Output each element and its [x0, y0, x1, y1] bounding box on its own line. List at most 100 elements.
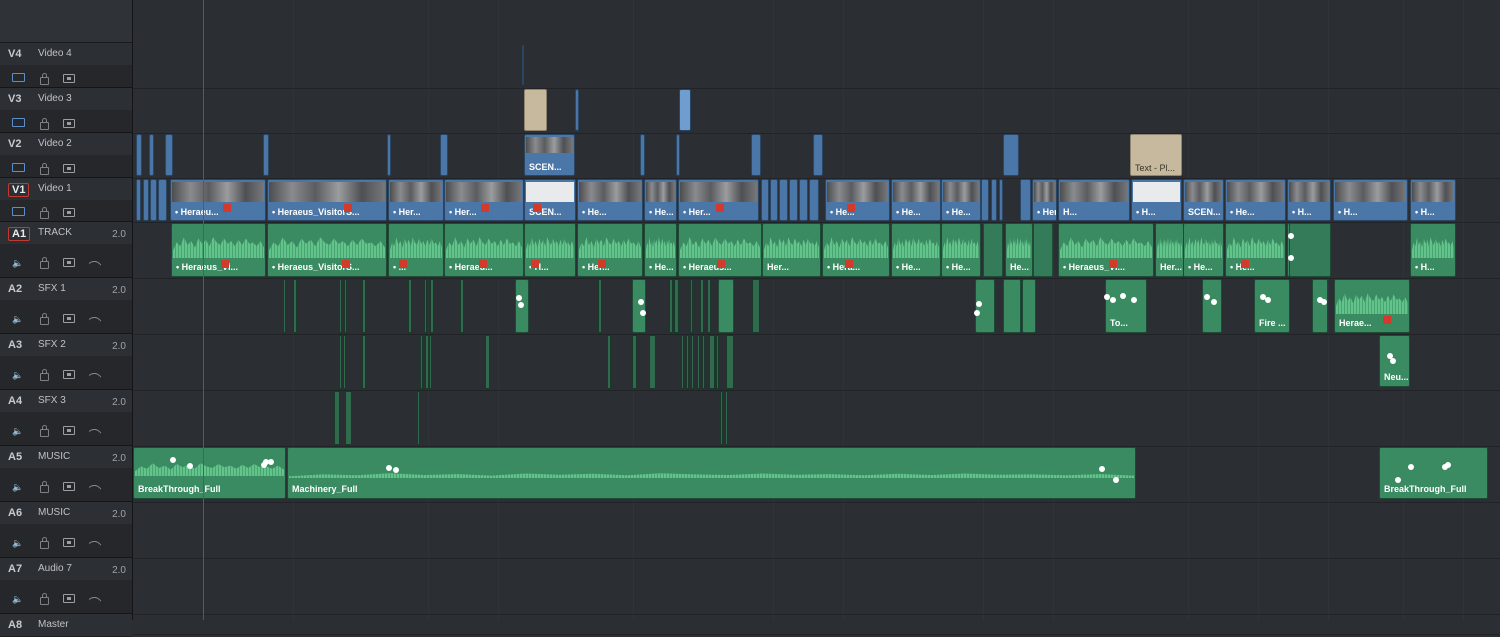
speaker-icon[interactable]: 🔈	[12, 425, 23, 437]
automation-curve-icon[interactable]	[88, 593, 102, 607]
sfx-clip[interactable]	[1003, 279, 1021, 333]
marker-flag-icon[interactable]	[344, 204, 352, 212]
track-id[interactable]: A1	[8, 227, 31, 241]
track-header-a3[interactable]: A3 SFX 2 2.0 🔈	[0, 334, 132, 390]
audio-clip[interactable]: • ...	[388, 223, 444, 277]
sfx-clip-thin[interactable]	[726, 335, 734, 389]
video-clip[interactable]: • Her...	[388, 179, 444, 221]
audio-clip[interactable]: • He...	[891, 223, 941, 277]
speaker-icon[interactable]: 🔈	[12, 593, 23, 605]
sfx-clip-thin[interactable]	[345, 391, 352, 445]
playhead[interactable]	[203, 0, 204, 620]
sfx-clip-thin[interactable]	[725, 391, 728, 445]
sfx-clip-thin[interactable]	[598, 279, 602, 333]
keyframe-point[interactable]	[1099, 466, 1105, 472]
keyframe-point[interactable]	[516, 295, 522, 301]
keyframe-point[interactable]	[1395, 477, 1401, 483]
sfx-clip-thin[interactable]	[752, 279, 760, 333]
video-clip-short[interactable]	[770, 179, 778, 221]
video-clip-v2[interactable]	[440, 134, 448, 176]
track-header-v3[interactable]: V3 Video 3	[0, 88, 132, 133]
video-clip-short[interactable]	[779, 179, 788, 221]
track-header-v1[interactable]: V1 Video 1	[0, 178, 132, 222]
sfx-clip-thin[interactable]	[362, 279, 366, 333]
lane-a6[interactable]	[133, 502, 1500, 559]
keyframe-point[interactable]	[1288, 255, 1294, 261]
marker-flag-icon[interactable]	[1241, 260, 1249, 268]
track-name[interactable]: SFX 1	[38, 283, 66, 294]
video-clip-short[interactable]	[158, 179, 167, 221]
speaker-icon[interactable]: 🔈	[12, 313, 23, 325]
audio-clip[interactable]: Her...	[762, 223, 821, 277]
video-clip-v2[interactable]	[136, 134, 142, 176]
sfx-clip-thin[interactable]	[424, 279, 427, 333]
video-clip-short[interactable]	[789, 179, 798, 221]
audio-clip[interactable]: • He...	[1183, 223, 1224, 277]
auto-select-icon[interactable]	[63, 538, 75, 547]
sfx-clip-thin[interactable]	[485, 335, 490, 389]
sfx-clip-thin[interactable]	[293, 279, 297, 333]
video-clip-short[interactable]	[143, 179, 149, 221]
sfx-clip-thin[interactable]	[334, 391, 340, 445]
marker-flag-icon[interactable]	[533, 204, 541, 212]
marker-flag-icon[interactable]	[221, 260, 229, 268]
scene-clip[interactable]: SCEN...	[524, 134, 575, 176]
video-clip[interactable]: • Her...	[444, 179, 524, 221]
video-clip-short[interactable]	[999, 179, 1003, 221]
track-name[interactable]: TRACK	[38, 227, 72, 238]
sfx-clip-thin[interactable]	[669, 279, 673, 333]
keyframe-point[interactable]	[1204, 294, 1210, 300]
lock-icon[interactable]	[40, 118, 49, 130]
lock-icon[interactable]	[40, 425, 49, 437]
track-header-a4[interactable]: A4 SFX 3 2.0 🔈	[0, 390, 132, 446]
automation-curve-icon[interactable]	[88, 257, 102, 271]
sfx-clip-thin[interactable]	[691, 335, 694, 389]
audio-clip-short[interactable]	[1289, 223, 1331, 277]
title-clip[interactable]	[524, 89, 547, 131]
audio-clip[interactable]: • Her...	[577, 223, 643, 277]
keyframe-point[interactable]	[1321, 299, 1327, 305]
track-id[interactable]: V2	[8, 138, 21, 150]
lock-icon[interactable]	[40, 369, 49, 381]
marker-flag-icon[interactable]	[223, 204, 231, 212]
sfx-clip-thin[interactable]	[429, 335, 432, 389]
keyframe-point[interactable]	[638, 299, 644, 305]
lock-icon[interactable]	[40, 537, 49, 549]
keyframe-point[interactable]	[1131, 297, 1137, 303]
track-name[interactable]: Video 1	[38, 183, 72, 194]
video-clip[interactable]: • Heraeus_VisitorS...	[267, 179, 387, 221]
track-header-v4[interactable]: V4 Video 4	[0, 43, 132, 88]
auto-select-icon[interactable]	[63, 164, 75, 173]
track-id[interactable]: A6	[8, 507, 22, 519]
sfx-clip[interactable]	[718, 279, 734, 333]
track-header-a2[interactable]: A2 SFX 1 2.0 🔈	[0, 278, 132, 334]
lane-v4[interactable]	[133, 43, 1500, 89]
audio-clip[interactable]: Her...	[1155, 223, 1184, 277]
music-clip[interactable]: BreakThrough_Full	[1379, 447, 1488, 499]
track-name[interactable]: Master	[38, 619, 69, 630]
track-id[interactable]: A7	[8, 563, 22, 575]
video-clip[interactable]: • H...	[1333, 179, 1408, 221]
video-clip[interactable]: • Her...	[678, 179, 759, 221]
auto-select-icon[interactable]	[63, 74, 75, 83]
sfx-clip-thin[interactable]	[430, 279, 434, 333]
auto-select-icon[interactable]	[63, 208, 75, 217]
keyframe-point[interactable]	[518, 302, 524, 308]
keyframe-point[interactable]	[386, 465, 392, 471]
marker-flag-icon[interactable]	[531, 260, 539, 268]
lock-icon[interactable]	[40, 73, 49, 85]
video-clip[interactable]: H...	[1058, 179, 1130, 221]
video-clip[interactable]: SCEN...	[524, 179, 576, 221]
sfx-clip[interactable]: Herae...	[1334, 279, 1410, 333]
sfx-clip-thin[interactable]	[649, 335, 656, 389]
lock-icon[interactable]	[40, 257, 49, 269]
audio-clip-short[interactable]	[1033, 223, 1053, 277]
marker-flag-icon[interactable]	[481, 204, 489, 212]
automation-curve-icon[interactable]	[88, 425, 102, 439]
lock-icon[interactable]	[40, 207, 49, 219]
speaker-icon[interactable]: 🔈	[12, 257, 23, 269]
video-clip-short[interactable]	[1020, 179, 1031, 221]
auto-select-icon[interactable]	[63, 482, 75, 491]
audio-clip[interactable]: • He...	[941, 223, 981, 277]
video-clip-short[interactable]	[809, 179, 819, 221]
